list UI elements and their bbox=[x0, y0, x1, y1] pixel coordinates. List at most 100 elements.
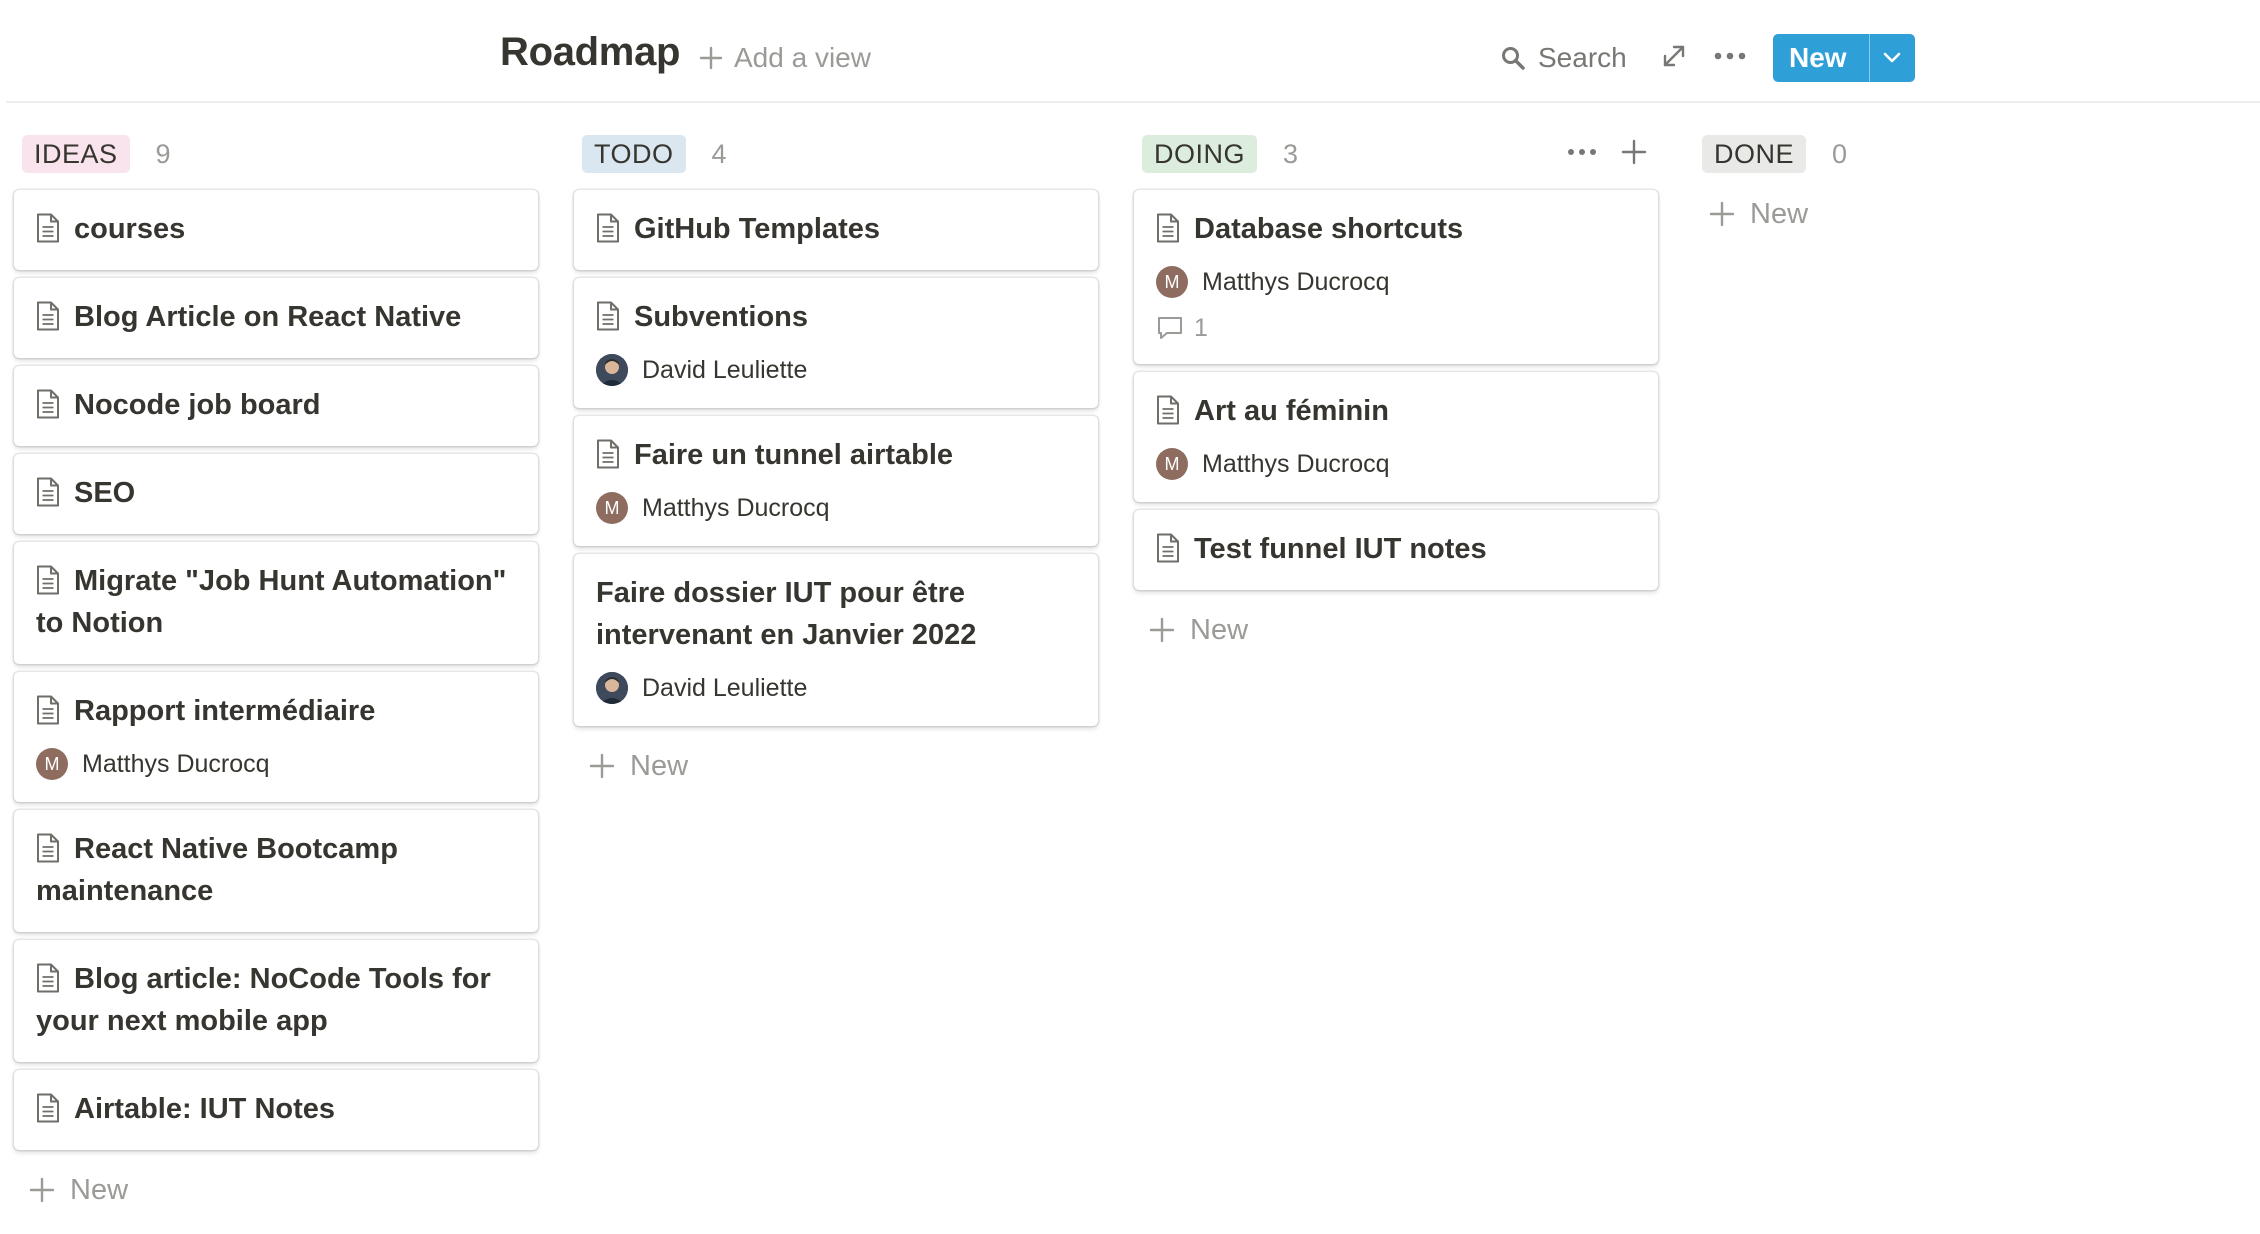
more-icon[interactable] bbox=[1712, 44, 1748, 68]
assignee: M Matthys Ducrocq bbox=[1156, 264, 1638, 300]
card[interactable]: Rapport intermédiaire M Matthys Ducrocq bbox=[14, 672, 538, 802]
assignee-name: David Leuliette bbox=[642, 673, 808, 702]
assignee-name: Matthys Ducrocq bbox=[1202, 449, 1390, 478]
column-header: DONE 0 bbox=[1694, 132, 2218, 176]
add-card-label: New bbox=[70, 1173, 129, 1206]
assignee: David Leuliette bbox=[596, 352, 1078, 388]
card-title-text: Test funnel IUT notes bbox=[1194, 533, 1487, 565]
card[interactable]: Migrate "Job Hunt Automation" to Notion bbox=[14, 542, 538, 664]
card-title-text: Blog Article on React Native bbox=[74, 301, 462, 333]
card[interactable]: SEO bbox=[14, 454, 538, 534]
avatar bbox=[596, 354, 628, 386]
new-button[interactable]: New bbox=[1773, 34, 1869, 82]
card[interactable]: React Native Bootcamp maintenance bbox=[14, 810, 538, 932]
avatar bbox=[596, 672, 628, 704]
card-title-text: Art au féminin bbox=[1194, 395, 1389, 427]
card-title: courses bbox=[36, 208, 518, 250]
status-tag[interactable]: IDEAS bbox=[22, 135, 130, 173]
header: Roadmap Add a view Search New bbox=[0, 0, 2260, 104]
card-list: Database shortcuts M Matthys Ducrocq 1 A… bbox=[1134, 190, 1658, 590]
card[interactable]: Nocode job board bbox=[14, 366, 538, 446]
card[interactable]: Faire un tunnel airtable M Matthys Ducro… bbox=[574, 416, 1098, 546]
add-card-button[interactable]: New bbox=[1694, 194, 2218, 234]
expand-icon[interactable] bbox=[1660, 42, 1688, 70]
card-title-text: GitHub Templates bbox=[634, 213, 880, 245]
card[interactable]: Airtable: IUT Notes bbox=[14, 1070, 538, 1150]
column-count: 9 bbox=[155, 138, 171, 169]
more-icon[interactable] bbox=[1566, 142, 1598, 162]
chevron-down-icon bbox=[1883, 52, 1901, 63]
page-icon bbox=[37, 389, 59, 419]
page-title[interactable]: Roadmap bbox=[500, 30, 680, 75]
card-title-text: React Native Bootcamp maintenance bbox=[36, 833, 398, 907]
card-list: GitHub Templates Subventions David Leuli… bbox=[574, 190, 1098, 726]
card-title: Rapport intermédiaire bbox=[36, 690, 518, 732]
add-card-button[interactable]: New bbox=[1134, 610, 1658, 650]
plus-icon bbox=[1149, 617, 1175, 643]
add-card-button[interactable]: New bbox=[574, 746, 1098, 786]
card-title-text: Faire un tunnel airtable bbox=[634, 439, 954, 471]
plus-icon bbox=[699, 46, 723, 70]
plus-icon[interactable] bbox=[1620, 138, 1648, 166]
card-title-text: courses bbox=[74, 213, 186, 245]
column-header: TODO 4 bbox=[574, 132, 1098, 176]
plus-icon bbox=[1709, 201, 1735, 227]
page-icon bbox=[37, 1093, 59, 1123]
card-title-text: Airtable: IUT Notes bbox=[74, 1093, 336, 1125]
card-title-text: Migrate "Job Hunt Automation" to Notion bbox=[36, 565, 507, 639]
card-title: Art au féminin bbox=[1156, 390, 1638, 432]
header-divider bbox=[6, 101, 2260, 103]
card-title-text: Nocode job board bbox=[74, 389, 321, 421]
status-tag[interactable]: DONE bbox=[1702, 135, 1807, 173]
add-view-button[interactable]: Add a view bbox=[698, 40, 871, 76]
column-count: 3 bbox=[1283, 138, 1299, 169]
card-title-text: SEO bbox=[74, 477, 136, 509]
card[interactable]: GitHub Templates bbox=[574, 190, 1098, 270]
add-card-button[interactable]: New bbox=[14, 1170, 538, 1210]
card[interactable]: Faire dossier IUT pour être intervenant … bbox=[574, 554, 1098, 726]
add-card-label: New bbox=[1750, 197, 1809, 230]
search-button[interactable]: Search bbox=[1500, 40, 1627, 76]
column-header: DOING 3 bbox=[1134, 132, 1658, 176]
card-title: Nocode job board bbox=[36, 384, 518, 426]
card[interactable]: Database shortcuts M Matthys Ducrocq 1 bbox=[1134, 190, 1658, 364]
card-title: Faire un tunnel airtable bbox=[596, 434, 1078, 476]
card-title-text: Rapport intermédiaire bbox=[74, 695, 376, 727]
card-title: Faire dossier IUT pour être intervenant … bbox=[596, 577, 977, 651]
assignee-name: Matthys Ducrocq bbox=[1202, 267, 1390, 296]
card[interactable]: Art au féminin M Matthys Ducrocq bbox=[1134, 372, 1658, 502]
card[interactable]: Subventions David Leuliette bbox=[574, 278, 1098, 408]
page-icon bbox=[1157, 533, 1179, 563]
card[interactable]: Blog Article on React Native bbox=[14, 278, 538, 358]
column-todo: TODO 4 GitHub Templates Subventions Davi… bbox=[574, 132, 1098, 786]
avatar: M bbox=[1156, 266, 1188, 298]
page-icon bbox=[37, 833, 59, 863]
column-doing: DOING 3 Database shortcuts M Matthys Duc… bbox=[1134, 132, 1658, 650]
card-title: SEO bbox=[36, 472, 518, 514]
assignee: M Matthys Ducrocq bbox=[36, 746, 518, 782]
status-tag[interactable]: TODO bbox=[582, 135, 686, 173]
status-tag[interactable]: DOING bbox=[1142, 135, 1258, 173]
page-icon bbox=[597, 301, 619, 331]
card-title: Airtable: IUT Notes bbox=[36, 1088, 518, 1130]
card-title: Blog article: NoCode Tools for your next… bbox=[36, 958, 518, 1042]
card-title: GitHub Templates bbox=[596, 208, 1078, 250]
card[interactable]: Test funnel IUT notes bbox=[1134, 510, 1658, 590]
new-dropdown-button[interactable] bbox=[1868, 34, 1915, 82]
assignee-name: Matthys Ducrocq bbox=[642, 493, 830, 522]
card-list: courses Blog Article on React Native Noc… bbox=[14, 190, 538, 1150]
avatar: M bbox=[596, 492, 628, 524]
page-icon bbox=[1157, 395, 1179, 425]
page-icon bbox=[37, 477, 59, 507]
card-title-text: Subventions bbox=[634, 301, 809, 333]
add-card-label: New bbox=[1190, 613, 1249, 646]
plus-icon bbox=[29, 1177, 55, 1203]
column-count: 4 bbox=[711, 138, 727, 169]
card[interactable]: Blog article: NoCode Tools for your next… bbox=[14, 940, 538, 1062]
avatar: M bbox=[1156, 448, 1188, 480]
card[interactable]: courses bbox=[14, 190, 538, 270]
page-icon bbox=[597, 213, 619, 243]
column-actions bbox=[1566, 138, 1648, 166]
add-card-label: New bbox=[630, 749, 689, 782]
comment-count: 1 bbox=[1156, 312, 1638, 344]
